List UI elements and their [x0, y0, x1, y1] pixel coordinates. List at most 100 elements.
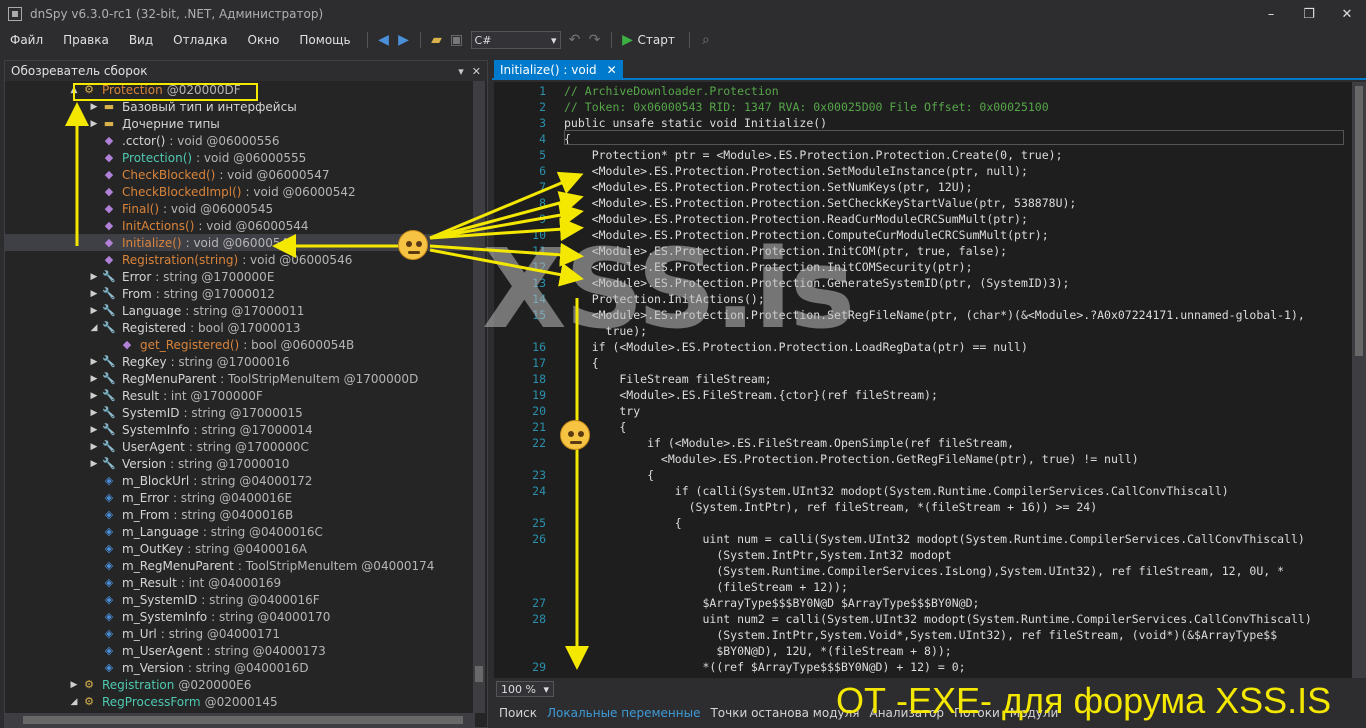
tree-item[interactable]: ◆ CheckBlocked(): void @06000547: [5, 166, 473, 183]
code-line[interactable]: 19 <Module>.ES.FileStream.{ctor}(ref fil…: [494, 388, 1352, 404]
start-icon[interactable]: ▶: [618, 30, 638, 50]
tree-item[interactable]: ▶ ▬ Дочерние типы: [5, 115, 473, 132]
scroll-thumb[interactable]: [23, 716, 463, 724]
tree-item[interactable]: ◈ m_OutKey: string @0400016A: [5, 540, 473, 557]
menu-help[interactable]: Помощь: [289, 33, 360, 47]
save-icon[interactable]: ▣: [447, 30, 467, 50]
tree-item[interactable]: ◆ Protection(): void @06000555: [5, 149, 473, 166]
menu-edit[interactable]: Правка: [53, 33, 119, 47]
code-line[interactable]: 13 <Module>.ES.Protection.Protection.Gen…: [494, 276, 1352, 292]
tree-item[interactable]: ▶ 🔧 Result: int @1700000F: [5, 387, 473, 404]
tree-item[interactable]: ▶ 🔧 Language: string @17000011: [5, 302, 473, 319]
code-line[interactable]: (System.IntPtr,System.Void*,System.UInt3…: [494, 628, 1352, 644]
expander-icon[interactable]: ▲: [67, 85, 81, 95]
menu-debug[interactable]: Отладка: [163, 33, 237, 47]
code-line[interactable]: 25 {: [494, 516, 1352, 532]
tab-close-icon[interactable]: ✕: [607, 63, 617, 77]
tree-item[interactable]: ◆ Registration(string): void @06000546: [5, 251, 473, 268]
code-line[interactable]: 18 FileStream fileStream;: [494, 372, 1352, 388]
tab-modules[interactable]: Модули: [1005, 706, 1064, 720]
code-line[interactable]: 1 // ArchiveDownloader.Protection: [494, 84, 1352, 100]
code-line[interactable]: 27 $ArrayType$$$BY0N@D $ArrayType$$$BY0N…: [494, 596, 1352, 612]
tree-item[interactable]: ◈ m_UserAgent: string @04000173: [5, 642, 473, 659]
tree-item[interactable]: ▶ 🔧 RegMenuParent: ToolStripMenuItem @1700…: [5, 370, 473, 387]
code-line[interactable]: 2 // Token: 0x06000543 RID: 1347 RVA: 0x0…: [494, 100, 1352, 116]
tab-analyzer[interactable]: Анализатор: [864, 706, 949, 720]
code-line[interactable]: 10 <Module>.ES.Protection.Protection.Com…: [494, 228, 1352, 244]
tab-threads[interactable]: Потоки: [949, 706, 1005, 720]
panel-dropdown-icon[interactable]: ▾: [458, 65, 464, 78]
code-line[interactable]: (System.IntPtr), ref fileStream, *(fileS…: [494, 500, 1352, 516]
expander-icon[interactable]: ▶: [87, 272, 101, 282]
nav-forward-icon[interactable]: ▶: [394, 30, 414, 50]
nav-back-icon[interactable]: ◀: [374, 30, 394, 50]
tree-item[interactable]: ◢ 🔧 Registered: bool @17000013: [5, 319, 473, 336]
tree-item[interactable]: ◈ m_Language: string @0400016C: [5, 523, 473, 540]
code-line[interactable]: 29 *((ref $ArrayType$$$BY0N@D) + 12) = 0…: [494, 660, 1352, 676]
code-line[interactable]: 6 <Module>.ES.Protection.Protection.SetM…: [494, 164, 1352, 180]
expander-icon[interactable]: ▶: [87, 408, 101, 418]
assembly-tree[interactable]: ▲ ⚙ Protection @020000DF ▶ ▬ Базовый тип и инт…: [5, 81, 473, 711]
tab-search[interactable]: Поиск: [494, 706, 542, 720]
code-editor[interactable]: 1 // ArchiveDownloader.Protection 2 // Toke…: [494, 82, 1352, 678]
search-icon[interactable]: ⌕: [696, 30, 716, 50]
expander-icon[interactable]: ▶: [87, 289, 101, 299]
expander-icon[interactable]: ▶: [87, 442, 101, 452]
panel-close-icon[interactable]: ✕: [472, 65, 481, 78]
close-button[interactable]: ✕: [1328, 0, 1366, 28]
expander-icon[interactable]: ◢: [67, 697, 81, 707]
tree-item[interactable]: ◈ m_Url: string @04000171: [5, 625, 473, 642]
tree-item[interactable]: ◆ .cctor(): void @06000556: [5, 132, 473, 149]
expander-icon[interactable]: ▶: [87, 459, 101, 469]
tree-scrollbar-vertical[interactable]: [473, 81, 485, 713]
code-line[interactable]: 17 {: [494, 356, 1352, 372]
tree-item[interactable]: ◆ InitActions(): void @06000544: [5, 217, 473, 234]
code-line[interactable]: 15 <Module>.ES.Protection.Protection.Set…: [494, 308, 1352, 324]
code-line[interactable]: 26 uint num = calli(System.UInt32 modopt…: [494, 532, 1352, 548]
code-line[interactable]: <Module>.ES.Protection.Protection.GetReg…: [494, 452, 1352, 468]
redo-icon[interactable]: ↷: [585, 30, 605, 50]
code-line[interactable]: 7 <Module>.ES.Protection.Protection.SetN…: [494, 180, 1352, 196]
tab-initialize[interactable]: Initialize() : void ✕: [494, 60, 623, 80]
zoom-select[interactable]: 100 % ▾: [496, 681, 554, 697]
tree-item[interactable]: ◈ m_Version: string @0400016D: [5, 659, 473, 676]
tree-item[interactable]: ▲ ⚙ Protection @020000DF: [5, 81, 473, 98]
tree-item[interactable]: ▶ ⚙ Registration @020000E6: [5, 676, 473, 693]
undo-icon[interactable]: ↶: [565, 30, 585, 50]
expander-icon[interactable]: ▶: [87, 391, 101, 401]
scroll-thumb[interactable]: [1355, 86, 1363, 356]
tree-item[interactable]: ◈ m_SystemInfo: string @04000170: [5, 608, 473, 625]
tab-locals[interactable]: Локальные переменные: [542, 706, 705, 720]
code-line[interactable]: $BY0N@D), 12U, *(fileStream + 8));: [494, 644, 1352, 660]
tree-item[interactable]: ▶ 🔧 RegKey: string @17000016: [5, 353, 473, 370]
tree-item[interactable]: ▶ 🔧 SystemID: string @17000015: [5, 404, 473, 421]
scroll-thumb[interactable]: [475, 666, 483, 682]
editor-scrollbar[interactable]: [1352, 82, 1366, 678]
code-line[interactable]: 24 if (calli(System.UInt32 modopt(System…: [494, 484, 1352, 500]
tree-item[interactable]: ▶ 🔧 Error: string @1700000E: [5, 268, 473, 285]
tree-item[interactable]: ◈ m_BlockUrl: string @04000172: [5, 472, 473, 489]
expander-icon[interactable]: ▶: [87, 306, 101, 316]
tree-item[interactable]: ◈ m_Error: string @0400016E: [5, 489, 473, 506]
code-line[interactable]: 14 Protection.InitActions();: [494, 292, 1352, 308]
tree-item[interactable]: ▶ ▬ Базовый тип и интерфейсы: [5, 98, 473, 115]
open-folder-icon[interactable]: ▰: [427, 30, 447, 50]
code-line[interactable]: 9 <Module>.ES.Protection.Protection.Read…: [494, 212, 1352, 228]
tree-item[interactable]: ◆ Final(): void @06000545: [5, 200, 473, 217]
code-line[interactable]: (fileStream + 12));: [494, 580, 1352, 596]
menu-file[interactable]: Файл: [0, 33, 53, 47]
code-line[interactable]: (System.IntPtr,System.Int32 modopt: [494, 548, 1352, 564]
code-line[interactable]: 16 if (<Module>.ES.Protection.Protection…: [494, 340, 1352, 356]
code-line[interactable]: 22 if (<Module>.ES.FileStream.OpenSimple…: [494, 436, 1352, 452]
code-line[interactable]: 11 <Module>.ES.Protection.Protection.Ini…: [494, 244, 1352, 260]
expander-icon[interactable]: ▶: [87, 119, 101, 129]
tree-item[interactable]: ▶ 🔧 SystemInfo: string @17000014: [5, 421, 473, 438]
language-select[interactable]: C# ▾: [470, 31, 561, 49]
menu-view[interactable]: Вид: [119, 33, 163, 47]
maximize-button[interactable]: ❐: [1290, 0, 1328, 28]
tree-item[interactable]: ◈ m_From: string @0400016B: [5, 506, 473, 523]
code-line[interactable]: 21 {: [494, 420, 1352, 436]
code-line[interactable]: 20 try: [494, 404, 1352, 420]
code-line[interactable]: true);: [494, 324, 1352, 340]
expander-icon[interactable]: ▶: [87, 357, 101, 367]
